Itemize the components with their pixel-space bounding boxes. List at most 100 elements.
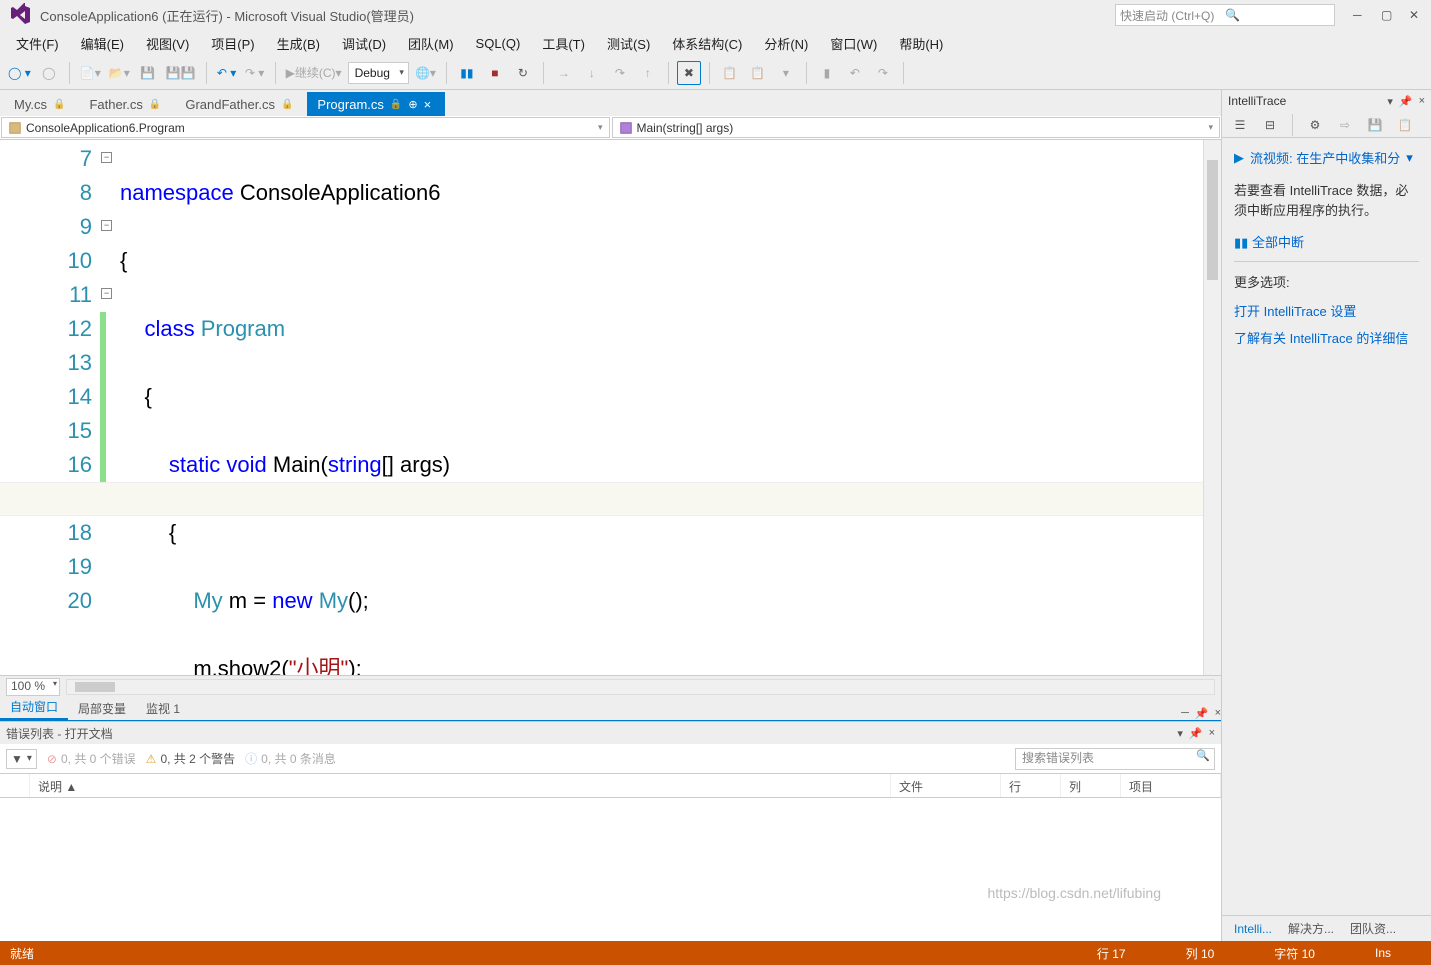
- panel-pin-icon[interactable]: 📌: [1195, 707, 1209, 720]
- status-ins: Ins: [1375, 946, 1391, 960]
- list-icon[interactable]: ☰: [1228, 113, 1252, 137]
- next-statement-button[interactable]: →: [552, 61, 576, 85]
- redo-button[interactable]: ↷ ▾: [243, 61, 267, 85]
- close-button[interactable]: ✕: [1409, 8, 1423, 22]
- zoom-dropdown[interactable]: 100 %: [6, 678, 60, 696]
- step-into-button[interactable]: ↓: [580, 61, 604, 85]
- tb-extra2[interactable]: ↶: [843, 61, 867, 85]
- close-icon[interactable]: ×: [1209, 727, 1215, 740]
- tb-extra1[interactable]: ▮: [815, 61, 839, 85]
- horizontal-scrollbar[interactable]: [66, 679, 1215, 695]
- minimize-button[interactable]: ─: [1353, 8, 1367, 22]
- browser-button[interactable]: 🌐▾: [413, 61, 438, 85]
- continue-button[interactable]: ▶ 继续(C) ▾: [284, 61, 344, 85]
- close-icon[interactable]: ×: [1419, 95, 1425, 108]
- menu-file[interactable]: 文件(F): [6, 30, 69, 57]
- status-bar: 就绪 行 17 列 10 字符 10 Ins: [0, 941, 1431, 965]
- menu-build[interactable]: 生成(B): [267, 30, 330, 57]
- gear-icon[interactable]: ⚙: [1303, 113, 1327, 137]
- col-description[interactable]: 说明 ▲: [30, 774, 891, 797]
- navigation-bar: ConsoleApplication6.Program Main(string[…: [0, 116, 1221, 140]
- panel-min-icon[interactable]: ─: [1181, 707, 1189, 720]
- tab-auto[interactable]: 自动窗口: [0, 695, 68, 720]
- config-dropdown[interactable]: Debug: [348, 62, 409, 84]
- comment-button[interactable]: 📋: [718, 61, 742, 85]
- chevron-down-icon[interactable]: ▾: [1177, 727, 1183, 740]
- filter-errors[interactable]: ⊘0, 共 0 个错误: [47, 750, 136, 767]
- maximize-button[interactable]: ▢: [1381, 8, 1395, 22]
- uncomment-button[interactable]: 📋: [746, 61, 770, 85]
- menu-team[interactable]: 团队(M): [398, 30, 464, 57]
- menu-window[interactable]: 窗口(W): [820, 30, 887, 57]
- tab-locals[interactable]: 局部变量: [68, 697, 136, 720]
- pin-icon[interactable]: 📌: [1189, 727, 1203, 740]
- save-button[interactable]: 💾: [136, 61, 160, 85]
- right-bottom-tabs: Intelli... 解决方... 团队资...: [1222, 915, 1431, 941]
- forward-icon[interactable]: ⇨: [1333, 113, 1357, 137]
- stop-button[interactable]: ■: [483, 61, 507, 85]
- filter-warnings[interactable]: ⚠0, 共 2 个警告: [146, 750, 235, 767]
- error-columns: 说明 ▲ 文件 行 列 项目: [0, 774, 1221, 798]
- tab-father-cs[interactable]: Father.cs🔒: [79, 92, 175, 116]
- chevron-down-icon[interactable]: ▾: [1387, 95, 1393, 108]
- bookmark-button[interactable]: ▾: [774, 61, 798, 85]
- code-editor[interactable]: 789 101112 131415 161718 1920 − − − name…: [0, 140, 1221, 675]
- debug-tabs: 自动窗口 局部变量 监视 1 ─📌×: [0, 697, 1221, 721]
- save-all-button[interactable]: 💾💾: [164, 61, 198, 85]
- code-content[interactable]: namespace ConsoleApplication6 { class Pr…: [100, 140, 1203, 675]
- error-list-title: 错误列表 - 打开文档: [6, 725, 1177, 742]
- nav-forward-button[interactable]: ◯: [37, 61, 61, 85]
- nav-member-dropdown[interactable]: Main(string[] args): [612, 117, 1221, 138]
- more-options-label: 更多选项:: [1234, 272, 1419, 291]
- step-out-button[interactable]: ↑: [636, 61, 660, 85]
- pin-icon[interactable]: ⊕: [408, 98, 417, 111]
- pause-button[interactable]: ▮▮: [455, 61, 479, 85]
- menu-test[interactable]: 测试(S): [597, 30, 660, 57]
- intellitrace-video-link[interactable]: ▶ 流视频: 在生产中收集和分▾: [1234, 148, 1419, 167]
- new-project-button[interactable]: 📄▾: [78, 61, 103, 85]
- menu-edit[interactable]: 编辑(E): [71, 30, 134, 57]
- menu-project[interactable]: 项目(P): [201, 30, 264, 57]
- menu-analyze[interactable]: 分析(N): [754, 30, 818, 57]
- step-over-button[interactable]: ↷: [608, 61, 632, 85]
- menu-debug[interactable]: 调试(D): [332, 30, 396, 57]
- error-search-input[interactable]: 搜索错误列表: [1015, 748, 1215, 770]
- open-file-button[interactable]: 📂▾: [107, 61, 132, 85]
- col-col[interactable]: 列: [1061, 774, 1121, 797]
- col-line[interactable]: 行: [1001, 774, 1061, 797]
- tab-team[interactable]: 团队资...: [1342, 916, 1404, 941]
- menu-tools[interactable]: 工具(T): [532, 30, 595, 57]
- nav-class-dropdown[interactable]: ConsoleApplication6.Program: [1, 117, 610, 138]
- tab-intellitrace[interactable]: Intelli...: [1226, 918, 1280, 940]
- intellitrace-button[interactable]: ✖: [677, 61, 701, 85]
- tab-my-cs[interactable]: My.cs🔒: [4, 92, 79, 116]
- menu-view[interactable]: 视图(V): [136, 30, 199, 57]
- col-project[interactable]: 项目: [1121, 774, 1221, 797]
- col-file[interactable]: 文件: [891, 774, 1001, 797]
- pin-icon[interactable]: 📌: [1399, 95, 1413, 108]
- status-ready: 就绪: [10, 945, 1067, 962]
- tab-watch[interactable]: 监视 1: [136, 697, 190, 720]
- open-settings-link[interactable]: 打开 IntelliTrace 设置: [1234, 301, 1419, 320]
- tab-grandfather-cs[interactable]: GrandFather.cs🔒: [175, 92, 307, 116]
- tab-solution[interactable]: 解决方...: [1280, 916, 1342, 941]
- intellitrace-panel: IntelliTrace ▾📌× ☰ ⊟ ⚙ ⇨ 💾 📋 ▶ 流视频: 在生产中…: [1221, 90, 1431, 941]
- menu-help[interactable]: 帮助(H): [889, 30, 953, 57]
- vertical-scrollbar[interactable]: [1203, 140, 1221, 675]
- undo-button[interactable]: ↶ ▾: [215, 61, 239, 85]
- nav-back-button[interactable]: ◯ ▾: [6, 61, 33, 85]
- copy-icon[interactable]: 📋: [1393, 113, 1417, 137]
- break-all-link[interactable]: ▮▮ 全部中断: [1234, 232, 1419, 251]
- learn-more-link[interactable]: 了解有关 IntelliTrace 的详细信: [1234, 328, 1419, 347]
- tree-icon[interactable]: ⊟: [1258, 113, 1282, 137]
- tab-program-cs[interactable]: Program.cs🔒⊕×: [307, 92, 445, 116]
- quick-launch-input[interactable]: 快速启动 (Ctrl+Q) 🔍: [1115, 4, 1335, 26]
- save-icon[interactable]: 💾: [1363, 113, 1387, 137]
- tb-extra3[interactable]: ↷: [871, 61, 895, 85]
- close-tab-icon[interactable]: ×: [424, 97, 432, 112]
- menu-sql[interactable]: SQL(Q): [466, 32, 531, 55]
- filter-messages[interactable]: ⓘ0, 共 0 条消息: [245, 750, 336, 767]
- menu-arch[interactable]: 体系结构(C): [662, 30, 752, 57]
- restart-button[interactable]: ↻: [511, 61, 535, 85]
- filter-button[interactable]: ▼▾: [6, 749, 37, 769]
